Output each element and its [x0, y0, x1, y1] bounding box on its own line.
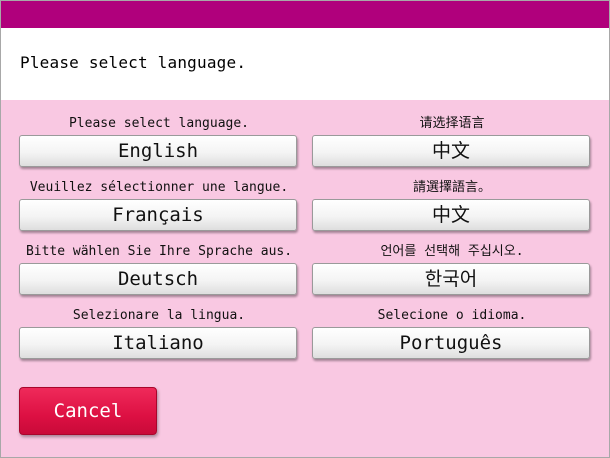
prompt-french: Veuillez sélectionner une langue. — [29, 180, 289, 195]
language-button-portuguese[interactable]: Português — [312, 327, 590, 359]
language-button-korean[interactable]: 한국어 — [312, 263, 590, 295]
prompt-chinese-traditional: 請選擇語言。 — [412, 180, 491, 195]
prompt-italian: Selezionare la lingua. — [72, 308, 246, 323]
top-bar — [1, 1, 609, 28]
cancel-button[interactable]: Cancel — [19, 387, 157, 435]
header: Please select language. — [1, 28, 609, 100]
language-button-french[interactable]: Français — [19, 199, 297, 231]
language-button-german[interactable]: Deutsch — [19, 263, 297, 295]
language-button-chinese-simplified[interactable]: 中文 — [312, 135, 590, 167]
language-button-chinese-traditional[interactable]: 中文 — [312, 199, 590, 231]
language-button-italian[interactable]: Italiano — [19, 327, 297, 359]
prompt-korean: 언어를 선택해 주십시오. — [380, 244, 524, 259]
prompt-chinese-simplified: 请选择语言 — [419, 116, 485, 131]
language-select-screen: Please select language. Please select la… — [0, 0, 610, 458]
prompt-german: Bitte wählen Sie Ihre Sprache aus. — [25, 244, 293, 259]
prompt-portuguese: Selecione o idioma. — [377, 308, 527, 323]
page-title: Please select language. — [20, 53, 247, 72]
prompt-english: Please select language. — [68, 116, 249, 131]
language-button-english[interactable]: English — [19, 135, 297, 167]
